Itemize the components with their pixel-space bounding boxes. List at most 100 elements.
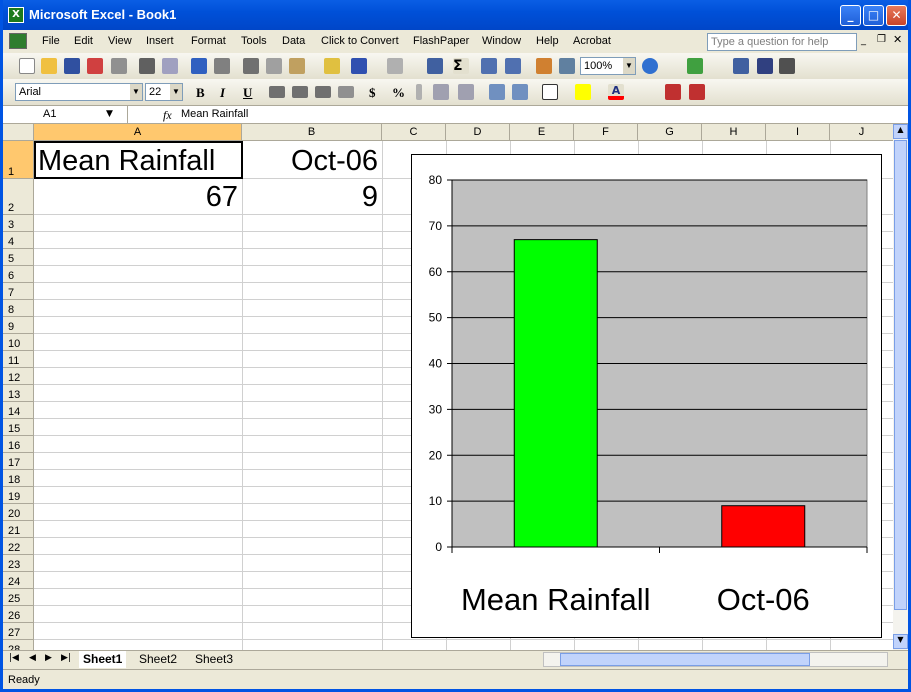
maximize-button[interactable]: □: [863, 5, 884, 26]
menu-acrobat[interactable]: Acrobat: [573, 35, 611, 47]
menu-help[interactable]: Help: [536, 35, 559, 47]
row-header[interactable]: 26: [3, 606, 34, 623]
menu-tools[interactable]: Tools: [241, 35, 267, 47]
prev-sheet-icon[interactable]: ◀: [29, 653, 36, 663]
sort-ascending-icon[interactable]: [481, 58, 497, 74]
research-icon[interactable]: [214, 58, 230, 74]
vertical-scroll-thumb[interactable]: [894, 140, 907, 610]
doc-close-icon[interactable]: ✕: [893, 33, 902, 46]
row-header[interactable]: 3: [3, 215, 34, 232]
menu-edit[interactable]: Edit: [74, 35, 93, 47]
help-icon[interactable]: [642, 58, 658, 74]
italic-button[interactable]: I: [220, 85, 225, 101]
paste-icon[interactable]: [289, 58, 305, 74]
align-right-icon[interactable]: [315, 86, 331, 98]
row-header[interactable]: 22: [3, 538, 34, 555]
cell-b2[interactable]: 9: [242, 180, 378, 214]
row-header[interactable]: 21: [3, 521, 34, 538]
hyperlink-icon[interactable]: [427, 58, 443, 74]
first-sheet-icon[interactable]: |◀: [9, 653, 19, 663]
embedded-chart[interactable]: 0 10 20 30 40 50 60 70 80 Mean Rainfall Oct-06: [411, 154, 882, 638]
sheet-tab-1[interactable]: Sheet1: [79, 651, 127, 668]
row-header[interactable]: 16: [3, 436, 34, 453]
document-icon[interactable]: [9, 33, 27, 49]
font-color-icon[interactable]: A: [608, 84, 624, 100]
row-header[interactable]: 24: [3, 572, 34, 589]
horizontal-scrollbar[interactable]: [543, 652, 888, 667]
bold-button[interactable]: B: [196, 85, 205, 101]
col-header-f[interactable]: F: [574, 124, 638, 141]
borders-icon[interactable]: [542, 84, 558, 100]
menu-flashpaper[interactable]: FlashPaper: [413, 35, 469, 47]
col-header-e[interactable]: E: [510, 124, 574, 141]
cut-icon[interactable]: [243, 58, 259, 74]
increase-decimal-icon[interactable]: [433, 84, 449, 100]
worksheet-grid[interactable]: A B C D E F G H I J 1 2 3 4 5 6 7 8 9 10 11 12 13 14 1…: [3, 124, 893, 650]
print-icon[interactable]: [139, 58, 155, 74]
format-painter-icon[interactable]: [324, 58, 340, 74]
print-preview-icon[interactable]: [162, 58, 178, 74]
fill-color-icon[interactable]: [575, 84, 591, 100]
font-size-select[interactable]: 22 ▼: [145, 83, 183, 101]
vertical-scrollbar[interactable]: ▲ ▼: [893, 124, 908, 650]
sort-descending-icon[interactable]: [505, 58, 521, 74]
horizontal-scroll-thumb[interactable]: [560, 653, 810, 666]
row-header[interactable]: 20: [3, 504, 34, 521]
camera-icon[interactable]: [779, 58, 795, 74]
doc-restore-icon[interactable]: ❐: [877, 34, 886, 45]
row-header[interactable]: 12: [3, 368, 34, 385]
copy-icon[interactable]: [266, 58, 282, 74]
menu-window[interactable]: Window: [482, 35, 521, 47]
help-search-input[interactable]: Type a question for help: [707, 33, 857, 51]
row-header[interactable]: 8: [3, 300, 34, 317]
scroll-up-button[interactable]: ▲: [893, 124, 908, 139]
menu-click-to-convert[interactable]: Click to Convert: [321, 35, 399, 47]
title-bar[interactable]: X Microsoft Excel - Book1 _ □ ✕: [3, 0, 908, 30]
excel-app-icon[interactable]: X: [8, 7, 24, 23]
row-header[interactable]: 10: [3, 334, 34, 351]
menu-data[interactable]: Data: [282, 35, 305, 47]
decrease-decimal-icon[interactable]: [458, 84, 474, 100]
currency-button[interactable]: $: [369, 85, 376, 101]
minimize-button[interactable]: _: [840, 5, 861, 26]
row-header[interactable]: 28: [3, 640, 34, 650]
drawing-icon[interactable]: [559, 58, 575, 74]
autosum-icon[interactable]: Σ: [453, 58, 469, 74]
scroll-down-button[interactable]: ▼: [893, 634, 908, 649]
col-header-c[interactable]: C: [382, 124, 446, 141]
menu-view[interactable]: View: [108, 35, 132, 47]
row-header[interactable]: 13: [3, 385, 34, 402]
row-header[interactable]: 6: [3, 266, 34, 283]
select-all-corner[interactable]: [3, 124, 34, 141]
save-icon[interactable]: [64, 58, 80, 74]
row-header[interactable]: 18: [3, 470, 34, 487]
pdf-create-icon[interactable]: [665, 84, 681, 100]
row-header[interactable]: 2: [3, 179, 34, 215]
convert-icon[interactable]: [733, 58, 749, 74]
menu-format[interactable]: Format: [191, 35, 226, 47]
new-icon[interactable]: [19, 58, 35, 74]
col-header-i[interactable]: I: [766, 124, 830, 141]
email-icon[interactable]: [111, 58, 127, 74]
row-header[interactable]: 9: [3, 317, 34, 334]
open-icon[interactable]: [41, 58, 57, 74]
col-header-b[interactable]: B: [242, 124, 382, 141]
insert-function-button[interactable]: fx: [163, 108, 172, 123]
col-header-h[interactable]: H: [702, 124, 766, 141]
sheet-tab-2[interactable]: Sheet2: [135, 651, 181, 668]
increase-indent-icon[interactable]: [512, 84, 528, 100]
row-header[interactable]: 4: [3, 232, 34, 249]
row-header[interactable]: 15: [3, 419, 34, 436]
row-header[interactable]: 27: [3, 623, 34, 640]
chart-wizard-icon[interactable]: [536, 58, 552, 74]
row-header[interactable]: 19: [3, 487, 34, 504]
cell-a2[interactable]: 67: [38, 180, 238, 214]
col-header-a[interactable]: A: [34, 124, 242, 141]
translate-icon[interactable]: [757, 58, 773, 74]
permission-icon[interactable]: [87, 58, 103, 74]
row-header[interactable]: 17: [3, 453, 34, 470]
col-header-j[interactable]: J: [830, 124, 893, 141]
chevron-down-icon[interactable]: ▼: [170, 84, 182, 100]
last-sheet-icon[interactable]: ▶|: [61, 653, 71, 663]
underline-button[interactable]: U: [243, 85, 252, 101]
